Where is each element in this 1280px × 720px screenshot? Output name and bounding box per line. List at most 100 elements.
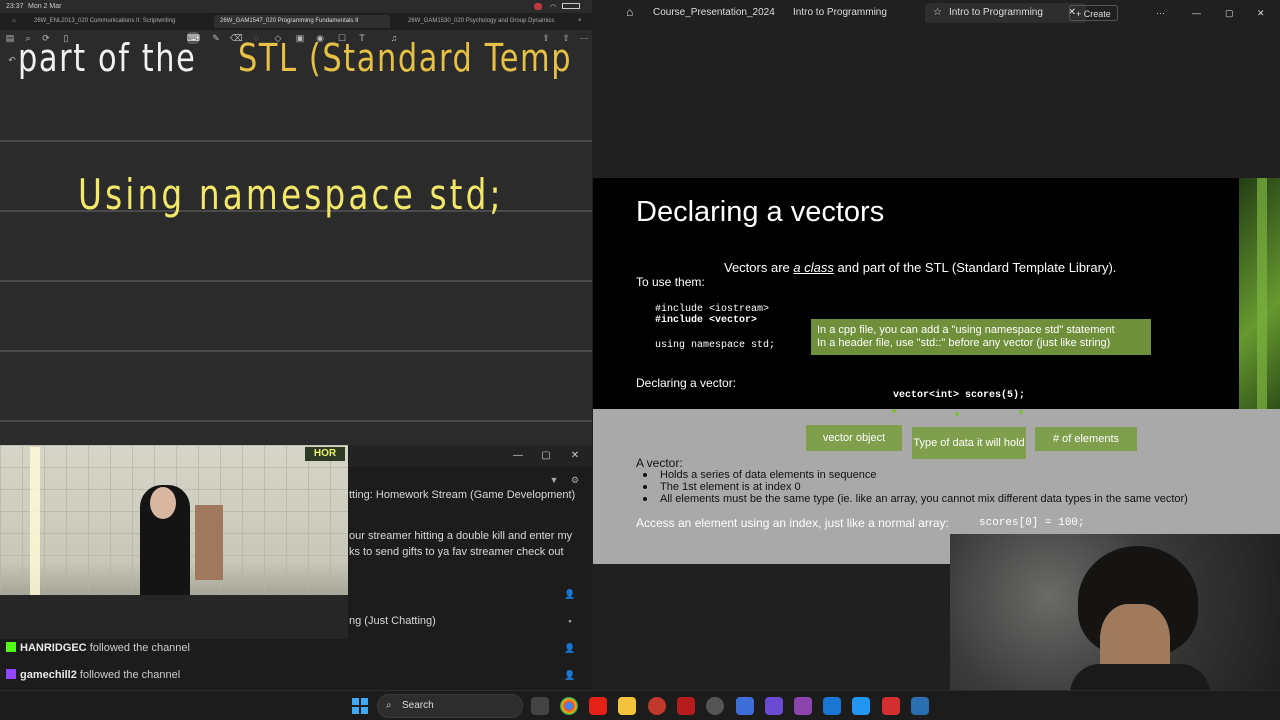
minimize-icon[interactable]: — [1192,5,1201,21]
user-add-icon[interactable]: 👤 [564,588,576,600]
notepad-icon[interactable] [852,697,870,715]
chat-line: our streamer hitting a double kill and e… [349,530,573,542]
settings-icon[interactable]: ⚙ [569,474,581,486]
status-bar: 23:37 Mon 2 Mar ◠ [0,0,592,13]
more-menu[interactable]: ··· [1156,5,1165,21]
handwriting-part-of-the: part of the [18,36,197,80]
youtube-icon[interactable] [589,697,607,715]
tab-intro-programming[interactable]: Intro to Programming [793,3,887,23]
light-strip [30,447,40,597]
tab-programming[interactable]: 26W_GAM1547_020 Programming Fundamentals… [214,15,390,28]
ruled-line [0,140,592,142]
declaring-label: Declaring a vector: [636,376,737,390]
to-use-label: To use them: [636,275,705,289]
webcam-presenter [950,534,1280,690]
notes-app: 23:37 Mon 2 Mar ◠ ⌂ 26W_ENL2013_020 Comm… [0,0,592,445]
star-icon: ☆ [933,7,942,18]
obs-icon[interactable] [648,697,666,715]
tab-communications[interactable]: 26W_ENL2013_020 Communications II: Scrip… [28,15,210,28]
bullet-item: The 1st element is at index 0 [660,481,801,493]
home-icon[interactable]: ⌂ [6,15,16,28]
bullet-item: All elements must be the same type (ie. … [660,493,1188,505]
label-num-elements: # of elements [1035,427,1137,451]
stream-logo: HOR [305,447,345,461]
battery-icon [562,3,580,9]
tab-psychology[interactable]: 26W_GAM1530_020 Psychology and Group Dyn… [402,15,562,28]
chat-line: tting: Homework Stream (Game Development… [349,489,576,501]
maximize-icon[interactable]: ▢ [539,449,553,463]
follow-notice: HANRIDGEC followed the channel [6,642,190,654]
wifi-icon: ◠ [550,4,557,11]
info-icon[interactable]: ▪ [564,615,576,627]
close-tab-icon[interactable]: × [572,15,586,28]
access-label: Access an element using an index, just l… [636,516,949,530]
chat-line: ks to send gifts to ya fav streamer chec… [349,546,564,558]
create-label: Create [1083,9,1111,19]
handwriting-using-namespace: Using namespace std; [78,170,504,219]
follow-notice: gamechill2 followed the channel [6,669,180,681]
tab-course-presentation[interactable]: Course_Presentation_2024 [653,3,775,23]
chrome-icon[interactable] [560,697,578,715]
task-view-icon[interactable] [531,697,549,715]
follower-name: gamechill2 [20,669,77,681]
label-data-type: Type of data it will hold [912,427,1026,459]
slide-subtitle: Vectors are a class and part of the STL … [724,260,1117,275]
folder-icon[interactable] [618,697,636,715]
tab-intro-programming-active[interactable]: ☆ Intro to Programming ✕ [925,3,1087,23]
screen: 23:37 Mon 2 Mar ◠ ⌂ 26W_ENL2013_020 Comm… [0,0,1280,720]
app-icon[interactable] [911,697,929,715]
close-icon[interactable]: ✕ [1257,5,1265,21]
note-box: In a cpp file, you can add a "using name… [811,319,1151,355]
pdf-icon[interactable] [882,697,900,715]
chat-window-titlebar: — ▢ ✕ [349,445,592,467]
access-code: scores[0] = 100; [979,517,1085,529]
code-using-namespace: using namespace std; [655,340,776,351]
outlook-icon[interactable] [823,697,841,715]
code-include-vector: #include <vector> [655,315,758,326]
ruled-line [0,420,592,422]
close-icon[interactable]: ✕ [568,449,582,463]
dj-decks [0,595,348,639]
search-icon: ⌕ [386,700,392,711]
vs-icon[interactable] [794,697,812,715]
tab-label: Intro to Programming [949,7,1043,18]
create-button[interactable]: + Create [1069,5,1118,21]
note-line: In a cpp file, you can add a "using name… [817,324,1115,336]
user-add-icon[interactable]: 👤 [564,642,576,654]
stream-area: — ▢ ✕ ▼ ⚙ tting: Homework Stream (Game D… [0,445,592,690]
chat-line: ng (Just Chatting) [349,615,436,627]
viewer-titlebar: ⌂ Course_Presentation_2024 Intro to Prog… [594,0,1280,26]
kick-icon [6,642,16,652]
status-date: Mon 2 Mar [28,3,62,10]
more-icon[interactable]: ⋯ [578,32,590,44]
slide: Declaring a vectors Vectors are a class … [593,178,1280,564]
follower-name: HANRIDGEC [20,642,87,654]
taskbar-search[interactable]: ⌕ Search [377,694,523,718]
news-icon[interactable] [677,697,695,715]
plus-icon: + [1076,9,1082,19]
follow-text: followed the channel [89,642,190,654]
windows-start-icon[interactable] [352,698,368,714]
taskbar: ⌕ Search [0,690,1280,720]
twitch-icon [6,669,16,679]
note-line: In a header file, use "std::" before any… [817,337,1111,349]
search-label: Search [402,700,434,711]
label-vector-object: vector object [806,425,902,451]
minimize-icon[interactable]: — [511,449,525,463]
user-add-icon[interactable]: 👤 [564,669,576,681]
ruled-line [0,280,592,282]
a-vector-label: A vector: [636,456,683,470]
visual-studio-icon[interactable] [765,697,783,715]
app-icon[interactable] [736,697,754,715]
sidebar-icon[interactable]: ▤ [4,32,16,44]
handwriting-stl: STL (Standard Temp [238,36,573,80]
status-time: 23:37 [6,3,24,10]
undo-icon[interactable]: ↶ [6,54,18,66]
filter-icon[interactable]: ▼ [548,474,560,486]
bullet-item: Holds a series of data elements in seque… [660,469,877,481]
webcam-dj: HOR [0,445,348,639]
home-icon[interactable]: ⌂ [626,4,633,20]
maximize-icon[interactable]: ▢ [1225,5,1234,21]
settings-icon[interactable] [706,697,724,715]
pen-icon[interactable]: ✎ [210,32,222,44]
